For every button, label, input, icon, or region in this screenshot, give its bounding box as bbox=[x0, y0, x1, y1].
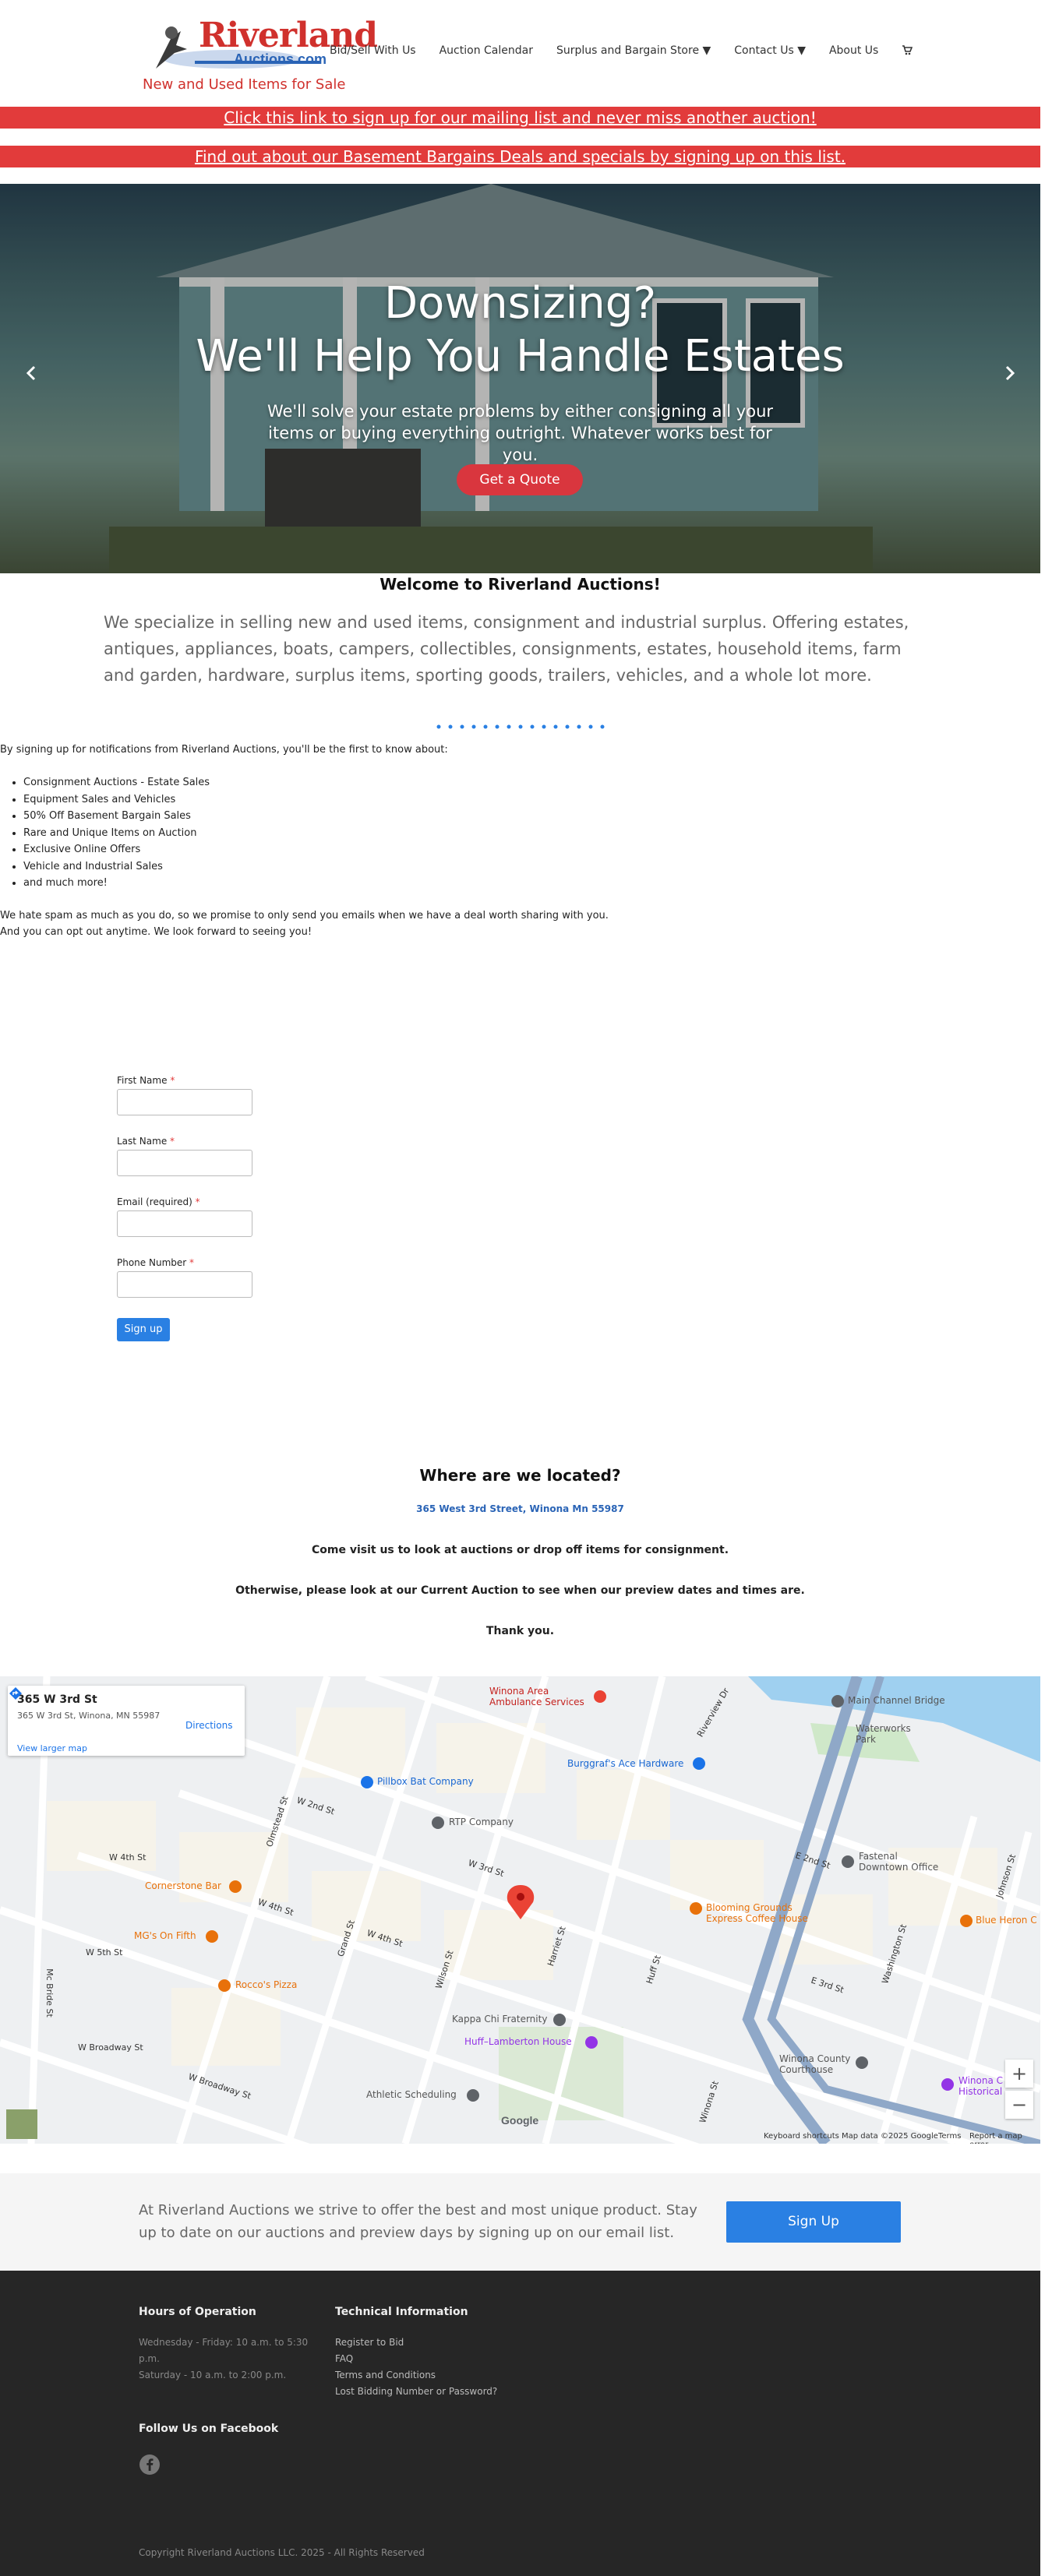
main-nav: Bid/Sell With Us Auction Calendar Surplu… bbox=[330, 44, 936, 58]
location-line-3: Thank you. bbox=[485, 1625, 555, 1637]
map-poi-roccos[interactable]: Rocco's Pizza bbox=[235, 1979, 297, 1990]
list-item: Rare and Unique Items on Auction bbox=[23, 825, 210, 842]
spam-notice: We hate spam as much as you do, so we pr… bbox=[0, 910, 609, 938]
first-name-input[interactable] bbox=[117, 1089, 252, 1115]
footer-link-terms[interactable]: Terms and Conditions bbox=[335, 2367, 436, 2384]
map-poi-blooming-grounds[interactable]: Blooming Grounds Express Coffee House bbox=[706, 1902, 808, 1924]
site-header: Riverland Auctions.com New and Used Item… bbox=[0, 0, 1052, 103]
map-poi-historical[interactable]: Winona C Historical bbox=[958, 2075, 1003, 2097]
tech-info-title: Technical Information bbox=[335, 2306, 468, 2318]
facebook-icon[interactable] bbox=[139, 2454, 161, 2476]
map-poi-cornerstone[interactable]: Cornerstone Bar bbox=[145, 1880, 221, 1891]
view-larger-map-link[interactable]: View larger map bbox=[17, 1743, 87, 1753]
phone-label: Phone Number * bbox=[117, 1257, 195, 1268]
map-poi-rtp[interactable]: RTP Company bbox=[449, 1817, 514, 1827]
list-item: 50% Off Basement Bargain Sales bbox=[23, 808, 210, 825]
basement-bargains-banner[interactable]: Find out about our Basement Bargains Dea… bbox=[0, 146, 1040, 167]
footer-link-faq[interactable]: FAQ bbox=[335, 2351, 353, 2367]
footer-link-register[interactable]: Register to Bid bbox=[335, 2335, 404, 2351]
nav-surplus-store[interactable]: Surplus and Bargain Store ▼ bbox=[556, 44, 711, 58]
last-name-label: Last Name * bbox=[117, 1136, 175, 1147]
map-poi-kappa-chi[interactable]: Kappa Chi Fraternity bbox=[452, 2014, 547, 2025]
map-poi-courthouse[interactable]: Winona County Courthouse bbox=[779, 2053, 850, 2075]
hours-title: Hours of Operation bbox=[139, 2306, 256, 2318]
map-poi-waterworks[interactable]: Waterworks Park bbox=[856, 1723, 911, 1745]
form-signup-button[interactable]: Sign up bbox=[117, 1318, 170, 1341]
get-quote-button[interactable]: Get a Quote bbox=[457, 464, 583, 495]
hero-heading-line1: Downsizing? bbox=[383, 278, 657, 329]
email-label: Email (required) * bbox=[117, 1196, 200, 1207]
list-item: Consignment Auctions - Estate Sales bbox=[23, 774, 210, 791]
mailing-list-banner[interactable]: Click this link to sign up for our maili… bbox=[0, 107, 1040, 129]
last-name-input[interactable] bbox=[117, 1150, 252, 1176]
welcome-title: Welcome to Riverland Auctions! bbox=[379, 575, 661, 594]
cart-icon[interactable] bbox=[902, 44, 913, 58]
hours-text: Wednesday - Friday: 10 a.m. to 5:30 p.m.… bbox=[139, 2337, 309, 2380]
site-tagline: New and Used Items for Sale bbox=[143, 76, 346, 93]
map-poi-blue-heron[interactable]: Blue Heron C bbox=[976, 1915, 1037, 1926]
directions-icon[interactable] bbox=[8, 1686, 23, 1701]
cta-signup-button[interactable]: Sign Up bbox=[726, 2201, 901, 2243]
page: Riverland Auctions.com New and Used Item… bbox=[0, 0, 1052, 2576]
map-data-attribution: Map data ©2025 Google bbox=[842, 2132, 938, 2141]
location-line-1: Come visit us to look at auctions or dro… bbox=[311, 1544, 729, 1556]
map-card-title: 365 W 3rd St bbox=[17, 1693, 97, 1706]
nav-auction-calendar[interactable]: Auction Calendar bbox=[440, 44, 533, 58]
street-label: W 4th St bbox=[109, 1852, 147, 1862]
google-logo: Google bbox=[501, 2114, 539, 2127]
hero-heading-line2: We'll Help You Handle Estates bbox=[196, 331, 845, 382]
map-poi-ambulance[interactable]: Winona Area Ambulance Services bbox=[489, 1686, 584, 1707]
list-item: Equipment Sales and Vehicles bbox=[23, 791, 210, 809]
map-poi-fastenal[interactable]: Fastenal Downtown Office bbox=[859, 1851, 938, 1873]
chevron-left-icon[interactable] bbox=[25, 363, 37, 386]
map-report-error-link[interactable]: Report a map error bbox=[969, 2132, 1040, 2144]
welcome-text: We specialize in selling new and used it… bbox=[104, 613, 909, 685]
facebook-title: Follow Us on Facebook bbox=[139, 2423, 279, 2435]
nav-about[interactable]: About Us bbox=[829, 44, 878, 58]
copyright: Copyright Riverland Auctions LLC. 2025 -… bbox=[139, 2547, 425, 2558]
map-poi-burggraf[interactable]: Burggraf's Ace Hardware bbox=[567, 1758, 683, 1769]
map-poi-channel-bridge[interactable]: Main Channel Bridge bbox=[848, 1695, 945, 1706]
list-item: Vehicle and Industrial Sales bbox=[23, 858, 210, 876]
directions-link[interactable]: Directions bbox=[185, 1720, 232, 1731]
location-address-link[interactable]: 365 West 3rd Street, Winona Mn 55987 bbox=[0, 1503, 1040, 1514]
list-item: Exclusive Online Offers bbox=[23, 841, 210, 858]
map-terms-link[interactable]: Terms bbox=[938, 2132, 961, 2141]
phone-input[interactable] bbox=[117, 1271, 252, 1298]
map-poi-athletic[interactable]: Athletic Scheduling bbox=[366, 2089, 457, 2100]
street-label: Mc Bride St bbox=[44, 1968, 55, 2017]
embedded-map[interactable]: 365 W 3rd St 365 W 3rd St, Winona, MN 55… bbox=[0, 1676, 1040, 2144]
signup-benefits-list: Consignment Auctions - Estate Sales Equi… bbox=[23, 774, 210, 892]
list-item: and much more! bbox=[23, 875, 210, 892]
map-poi-huff-lamberton[interactable]: Huff–Lamberton House bbox=[464, 2036, 572, 2047]
map-info-card: 365 W 3rd St 365 W 3rd St, Winona, MN 55… bbox=[8, 1686, 245, 1756]
hero-paragraph: We'll solve your estate problems by eith… bbox=[267, 402, 774, 464]
hero-slider: Downsizing? We'll Help You Handle Estate… bbox=[0, 184, 1040, 573]
location-line-2: Otherwise, please look at our Current Au… bbox=[235, 1584, 805, 1597]
dot-divider bbox=[436, 724, 605, 729]
signup-intro: By signing up for notifications from Riv… bbox=[0, 744, 448, 756]
email-input[interactable] bbox=[117, 1210, 252, 1237]
hero-heading: Downsizing? We'll Help You Handle Estate… bbox=[0, 277, 1040, 383]
first-name-label: First Name * bbox=[117, 1075, 175, 1086]
map-poi-mgs[interactable]: MG's On Fifth bbox=[134, 1930, 196, 1941]
nav-contact[interactable]: Contact Us ▼ bbox=[734, 44, 806, 58]
street-label: W Broadway St bbox=[78, 2042, 143, 2053]
email-cta-section: At Riverland Auctions we strive to offer… bbox=[0, 2173, 1040, 2271]
signup-form: First Name * Last Name * Email (required… bbox=[117, 1075, 351, 1341]
cta-text: At Riverland Auctions we strive to offer… bbox=[139, 2202, 697, 2241]
logo-subtext[interactable]: Auctions.com bbox=[234, 51, 327, 68]
street-label: W 5th St bbox=[86, 1947, 123, 1958]
nav-bid-sell[interactable]: Bid/Sell With Us bbox=[330, 44, 416, 58]
map-card-address: 365 W 3rd St, Winona, MN 55987 bbox=[17, 1711, 161, 1721]
map-zoom-out[interactable]: − bbox=[1005, 2091, 1033, 2119]
chevron-right-icon[interactable] bbox=[1004, 363, 1016, 386]
map-keyboard-shortcuts[interactable]: Keyboard shortcuts bbox=[764, 2132, 839, 2141]
map-zoom-in[interactable]: + bbox=[1005, 2060, 1033, 2088]
location-title: Where are we located? bbox=[419, 1466, 621, 1485]
map-poi-pillbox[interactable]: Pillbox Bat Company bbox=[377, 1776, 474, 1787]
footer-link-lost-number[interactable]: Lost Bidding Number or Password? bbox=[335, 2384, 497, 2400]
